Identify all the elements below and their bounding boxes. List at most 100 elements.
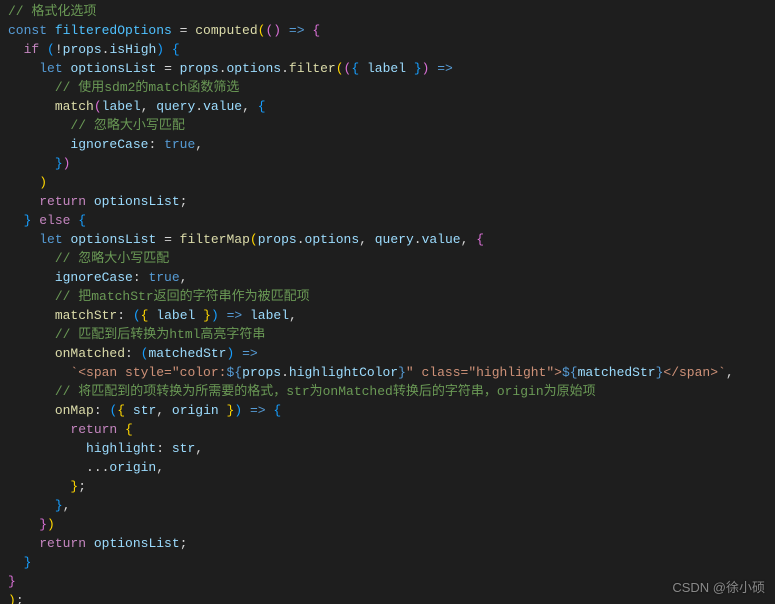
code-token: props [258,232,297,247]
code-token: origin [172,403,219,418]
code-token: => [289,23,305,38]
code-token: let [39,61,70,76]
code-token: => [250,403,266,418]
code-token: , [242,99,258,114]
code-token: `<span style="color: [70,365,226,380]
code-line: return optionsList; [8,534,767,553]
code-token: ) [156,42,164,57]
code-token: : [117,308,125,323]
code-token [219,403,227,418]
code-line: let optionsList = props.options.filter((… [8,59,767,78]
code-token: { [273,403,281,418]
code-block: // 格式化选项const filteredOptions = computed… [0,0,775,604]
code-token [86,194,94,209]
code-token: return [39,536,86,551]
code-token [234,346,242,361]
code-token [8,536,39,551]
code-token: => [437,61,453,76]
code-token [8,479,70,494]
code-token: // 忽略大小写匹配 [70,118,184,133]
code-token: { [312,23,320,38]
code-token: optionsList [94,194,180,209]
code-line: // 匹配到后转换为html高亮字符串 [8,325,767,344]
code-token: filter [289,61,336,76]
code-token: , [180,270,188,285]
code-token: } [414,61,422,76]
code-token: optionsList [70,232,156,247]
code-token: { [258,99,266,114]
code-token: label [156,308,195,323]
code-token: , [461,232,477,247]
code-line: ...origin, [8,458,767,477]
code-token: ) [273,23,281,38]
code-token: : [133,270,141,285]
code-token: , [156,403,172,418]
code-line: highlight: str, [8,439,767,458]
code-token: props [242,365,281,380]
code-token: str [172,441,195,456]
code-token: options [227,61,282,76]
code-token: ( [47,42,55,57]
code-token: . [219,61,227,76]
code-line: match(label, query.value, { [8,97,767,116]
code-token: matchStr [55,308,117,323]
code-token [8,194,39,209]
code-token [39,42,47,57]
code-token: query [156,99,195,114]
code-token [8,498,55,513]
code-token [8,137,70,152]
code-token [117,422,125,437]
code-line: // 忽略大小写匹配 [8,116,767,135]
code-line: } [8,572,767,591]
code-line: }, [8,496,767,515]
code-token: ) [211,308,219,323]
code-token: } [55,498,63,513]
code-token: true [148,270,179,285]
code-token [133,346,141,361]
code-line: onMap: ({ str, origin }) => { [8,401,767,420]
code-line: ); [8,591,767,604]
code-line: ) [8,173,767,192]
code-token: optionsList [70,61,156,76]
code-token [8,118,70,133]
code-token: ( [133,308,141,323]
code-token [8,555,24,570]
code-token: props [180,61,219,76]
code-line: `<span style="color:${props.highlightCol… [8,363,767,382]
code-token: label [250,308,289,323]
code-token: ... [8,460,109,475]
code-token: label [102,99,141,114]
code-token: highlight [86,441,156,456]
code-token [8,251,55,266]
code-token: ) [63,156,71,171]
code-token: filterMap [180,232,250,247]
code-token [242,403,250,418]
code-token: ) [234,403,242,418]
code-line: } else { [8,211,767,230]
code-token: highlightColor [289,365,398,380]
code-token [8,441,86,456]
code-token: value [203,99,242,114]
code-token: match [55,99,94,114]
code-token [8,80,55,95]
code-token: // 使用sdm2的match函数筛选 [55,80,240,95]
code-token [8,422,70,437]
code-token: ; [180,536,188,551]
code-token: ignoreCase [70,137,148,152]
code-token [195,308,203,323]
code-token: ( [336,61,344,76]
code-token: . [281,61,289,76]
code-line: // 格式化选项 [8,2,767,21]
code-token [359,61,367,76]
code-token: return [70,422,117,437]
code-token: { [117,403,125,418]
code-token: options [305,232,360,247]
code-token [164,441,172,456]
code-token [8,175,39,190]
code-token [242,308,250,323]
code-token: ${ [562,365,578,380]
code-token: matchedStr [148,346,226,361]
code-token: => [227,308,243,323]
code-token: } [24,555,32,570]
code-token [8,270,55,285]
